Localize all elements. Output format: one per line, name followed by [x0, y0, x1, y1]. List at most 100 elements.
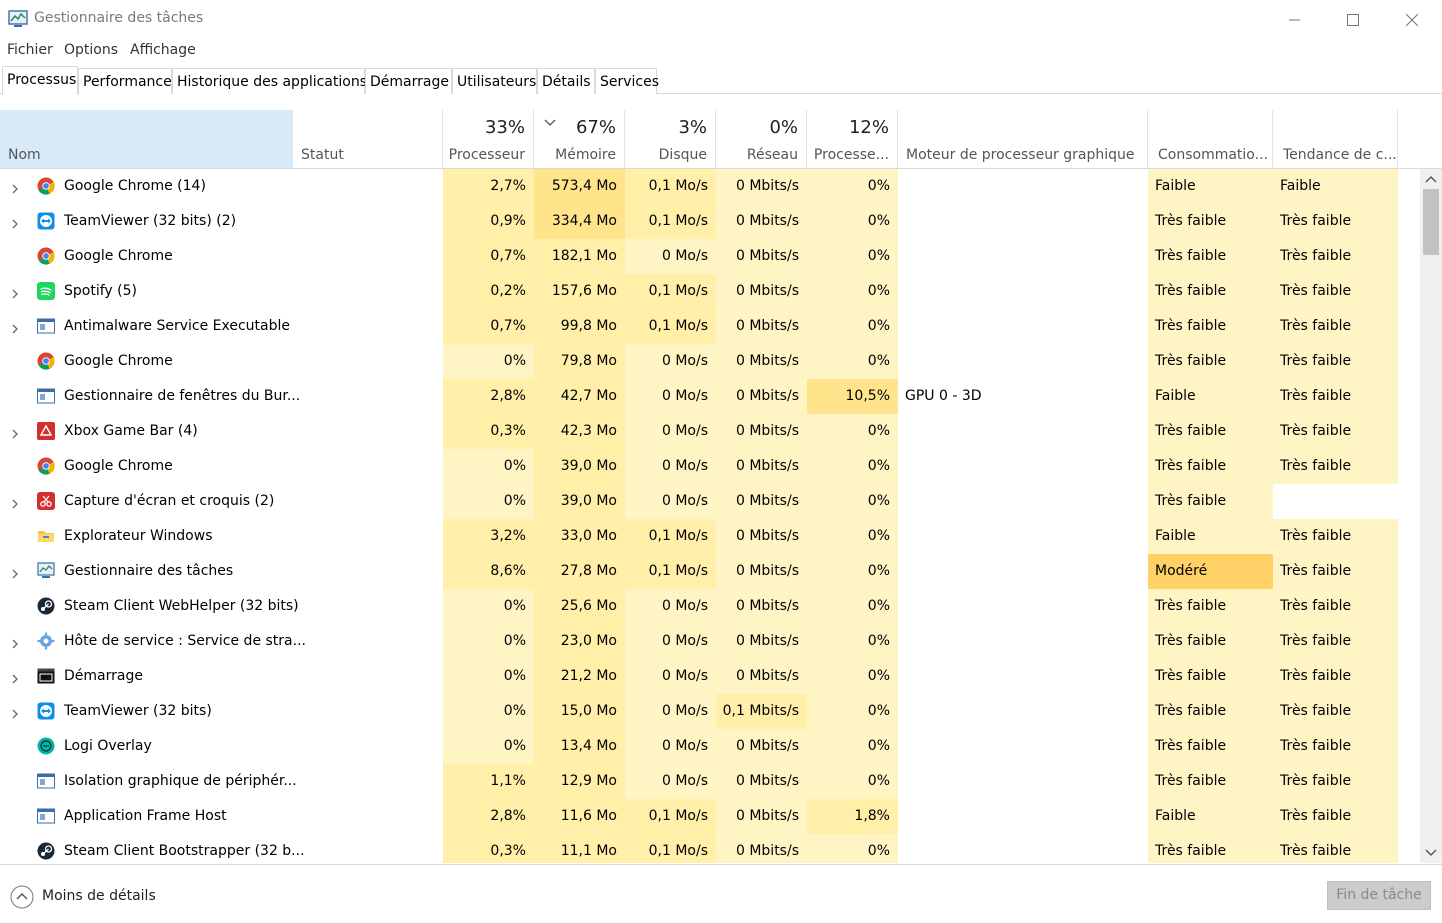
chevron-right-icon[interactable] — [9, 320, 21, 334]
column-header-name[interactable]: Nom — [0, 110, 293, 168]
table-row[interactable]: Démarrage 0% 21,2 Mo 0 Mo/s 0 Mbits/s 0% Très … — [0, 659, 1420, 694]
cell-cpu: 0,7% — [443, 239, 534, 274]
cell-gpu-engine — [898, 519, 1148, 554]
table-row[interactable]: Steam Client WebHelper (32 bits) 0% 25,6 M… — [0, 589, 1420, 624]
tab-demarrage[interactable]: Démarrage — [365, 68, 452, 94]
cell-cpu: 8,6% — [443, 554, 534, 589]
column-header-power-trend[interactable]: Tendance de c... — [1273, 110, 1398, 168]
tab-performance[interactable]: Performance — [78, 68, 172, 94]
cell-power-trend: Très faible — [1273, 554, 1398, 589]
process-name: Gestionnaire des tâches — [64, 563, 234, 579]
chevron-right-icon[interactable] — [9, 635, 21, 649]
process-name: Antimalware Service Executable — [64, 318, 291, 334]
cell-cpu: 1,1% — [443, 764, 534, 799]
cell-gpu-engine — [898, 834, 1148, 863]
tab-processus[interactable]: Processus — [2, 66, 78, 95]
column-header-network[interactable]: 0% Réseau — [716, 110, 807, 168]
table-row[interactable]: Logi Overlay 0% 13,4 Mo 0 Mo/s 0 Mbits/s 0% Tr… — [0, 729, 1420, 764]
table-row[interactable]: Xbox Game Bar (4) 0,3% 42,3 Mo 0 Mo/s 0 Mbit… — [0, 414, 1420, 449]
column-header-status[interactable]: Statut — [293, 110, 443, 168]
column-header-memory[interactable]: 67% Mémoire — [534, 110, 625, 168]
cell-disk: 0,1 Mo/s — [625, 274, 716, 309]
table-row[interactable]: Explorateur Windows 3,2% 33,0 Mo 0,1 Mo/s 0 … — [0, 519, 1420, 554]
cell-power: Faible — [1148, 169, 1273, 204]
table-row[interactable]: TeamViewer (32 bits) 0% 15,0 Mo 0 Mo/s 0,1 M… — [0, 694, 1420, 729]
xbox-game-bar-icon — [37, 422, 55, 440]
table-row[interactable]: Application Frame Host 2,8% 11,6 Mo 0,1 Mo/… — [0, 799, 1420, 834]
cell-power: Faible — [1148, 519, 1273, 554]
table-row[interactable]: Isolation graphique de périphér... 1,1% 12… — [0, 764, 1420, 799]
cell-disk: 0,1 Mo/s — [625, 554, 716, 589]
cell-gpu-engine — [898, 309, 1148, 344]
close-button[interactable] — [1383, 0, 1441, 40]
menu-affichage[interactable]: Affichage — [130, 42, 196, 58]
process-name: TeamViewer (32 bits) (2) — [64, 213, 237, 229]
scroll-up-button[interactable] — [1420, 169, 1442, 189]
column-header-gpu-engine[interactable]: Moteur de processeur graphique — [898, 110, 1148, 168]
table-row[interactable]: Gestionnaire de fenêtres du Bur... 2,8% 42… — [0, 379, 1420, 414]
table-row[interactable]: Google Chrome 0% 39,0 Mo 0 Mo/s 0 Mbits/s 0% T… — [0, 449, 1420, 484]
less-details-link[interactable]: Moins de détails — [42, 888, 156, 904]
chevron-right-icon[interactable] — [9, 670, 21, 684]
end-task-button[interactable]: Fin de tâche — [1327, 881, 1431, 910]
minimize-button[interactable] — [1266, 0, 1324, 40]
vertical-scrollbar[interactable] — [1420, 169, 1442, 863]
chevron-right-icon[interactable] — [9, 565, 21, 579]
cell-gpu-engine — [898, 554, 1148, 589]
scroll-down-button[interactable] — [1420, 843, 1442, 863]
column-header-power[interactable]: Consommatio... — [1148, 110, 1273, 168]
process-name: Application Frame Host — [64, 808, 227, 824]
table-row[interactable]: Capture d'écran et croquis (2) 0% 39,0 Mo 0… — [0, 484, 1420, 519]
disk-total: 3% — [678, 117, 707, 138]
cell-memory: 33,0 Mo — [534, 519, 625, 554]
cell-network: 0 Mbits/s — [716, 519, 807, 554]
process-name: Capture d'écran et croquis (2) — [64, 493, 275, 509]
chevron-right-icon[interactable] — [9, 215, 21, 229]
cell-network: 0 Mbits/s — [716, 169, 807, 204]
column-header-gpu[interactable]: 12% Processe... — [807, 110, 898, 168]
menu-options[interactable]: Options — [64, 42, 118, 58]
column-header-cpu[interactable]: 33% Processeur — [443, 110, 534, 168]
process-name: TeamViewer (32 bits) — [64, 703, 212, 719]
cell-power-trend: Très faible — [1273, 694, 1398, 729]
chevron-right-icon[interactable] — [9, 705, 21, 719]
chevron-up-icon — [1425, 176, 1437, 183]
cell-disk: 0 Mo/s — [625, 694, 716, 729]
cell-power-trend: Faible — [1273, 169, 1398, 204]
column-header-disk[interactable]: 3% Disque — [625, 110, 716, 168]
table-row[interactable]: TeamViewer (32 bits) (2) 0,9% 334,4 Mo 0,1 … — [0, 204, 1420, 239]
process-list: Google Chrome (14) 2,7% 573,4 Mo 0,1 Mo/s 0 … — [0, 169, 1420, 863]
menu-fichier[interactable]: Fichier — [7, 42, 53, 58]
tab-utilisateurs[interactable]: Utilisateurs — [452, 68, 537, 94]
cell-gpu: 0% — [807, 659, 898, 694]
table-row[interactable]: Spotify (5) 0,2% 157,6 Mo 0,1 Mo/s 0 Mbits/s… — [0, 274, 1420, 309]
table-row[interactable]: Steam Client Bootstrapper (32 b... 0,3% 11… — [0, 834, 1420, 863]
collapse-chevron-icon[interactable] — [10, 885, 34, 909]
scroll-thumb[interactable] — [1423, 189, 1439, 255]
cell-cpu: 0,7% — [443, 309, 534, 344]
cell-network: 0 Mbits/s — [716, 834, 807, 863]
cell-memory: 157,6 Mo — [534, 274, 625, 309]
tab-details[interactable]: Détails — [537, 68, 595, 94]
teamviewer-icon — [37, 212, 55, 230]
maximize-button[interactable] — [1324, 0, 1382, 40]
cell-power: Très faible — [1148, 274, 1273, 309]
table-row[interactable]: Google Chrome 0,7% 182,1 Mo 0 Mo/s 0 Mbits/s… — [0, 239, 1420, 274]
table-row[interactable]: Google Chrome 0% 79,8 Mo 0 Mo/s 0 Mbits/s 0% T… — [0, 344, 1420, 379]
table-row[interactable]: Antimalware Service Executable 0,7% 99,8 M… — [0, 309, 1420, 344]
cell-gpu-engine — [898, 274, 1148, 309]
cpu-total: 33% — [484, 117, 525, 138]
chevron-right-icon[interactable] — [9, 180, 21, 194]
tab-historique[interactable]: Historique des applications — [172, 68, 367, 94]
chevron-right-icon[interactable] — [9, 285, 21, 299]
chevron-right-icon[interactable] — [9, 495, 21, 509]
table-row[interactable]: Hôte de service : Service de stra... 0% 23… — [0, 624, 1420, 659]
minimize-icon — [1289, 19, 1300, 21]
tab-services[interactable]: Services — [595, 68, 659, 94]
table-row[interactable]: Google Chrome (14) 2,7% 573,4 Mo 0,1 Mo/s 0 … — [0, 169, 1420, 204]
cell-disk: 0 Mo/s — [625, 379, 716, 414]
logi-icon — [37, 737, 55, 755]
cell-gpu-engine — [898, 239, 1148, 274]
chevron-right-icon[interactable] — [9, 425, 21, 439]
table-row[interactable]: Gestionnaire des tâches 8,6% 27,8 Mo 0,1 Mo… — [0, 554, 1420, 589]
